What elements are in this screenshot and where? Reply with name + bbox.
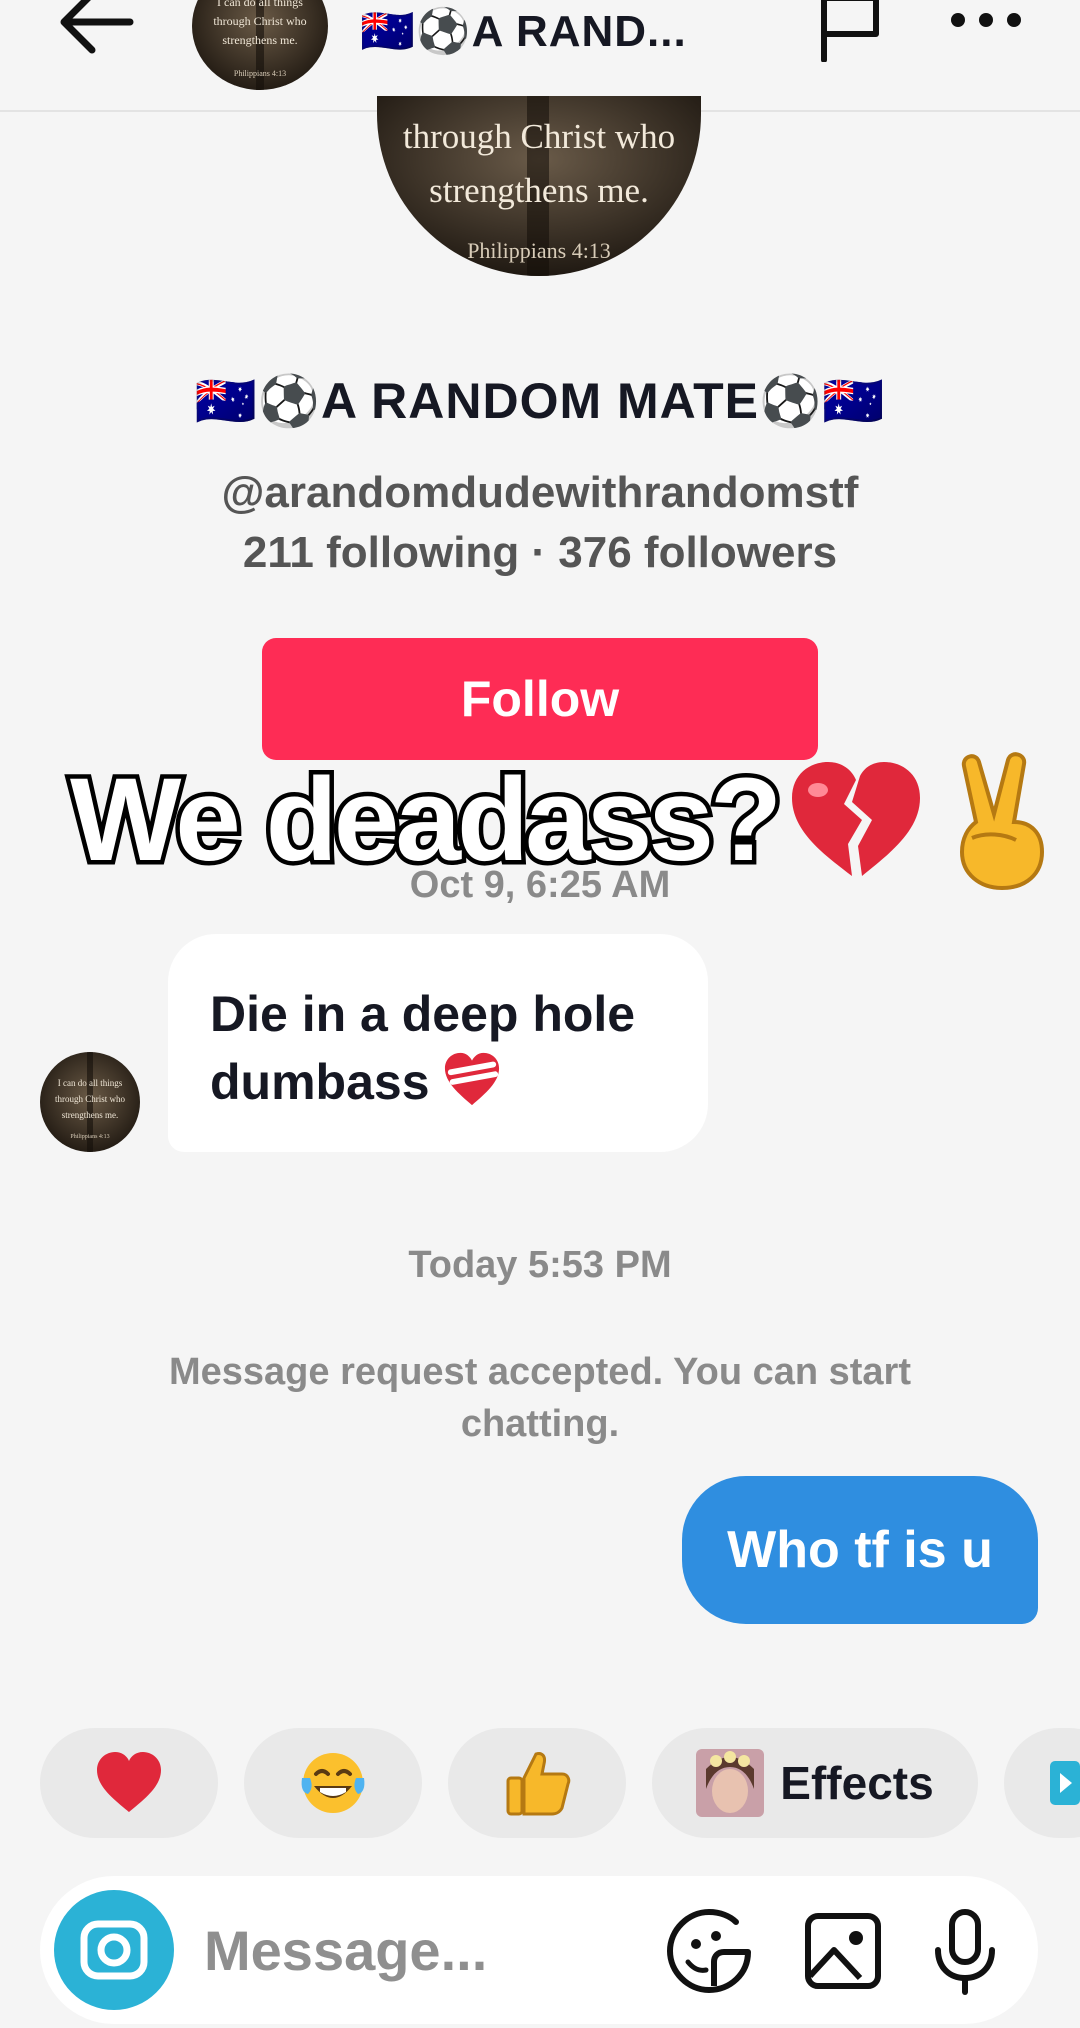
effects-thumbnail bbox=[696, 1749, 765, 1817]
tears-of-joy-icon bbox=[301, 1753, 365, 1813]
effects-button[interactable]: Effects bbox=[652, 1728, 978, 1838]
incoming-message-bubble[interactable]: Die in a deep hole dumbass bbox=[168, 934, 708, 1152]
sender-avatar-line: strengthens me. bbox=[62, 1110, 119, 1120]
incoming-message-line: Die in a deep hole bbox=[210, 986, 636, 1042]
camera-button[interactable] bbox=[54, 1890, 174, 2010]
profile-handle: @arandomdudewithrandomstf bbox=[221, 468, 859, 517]
more-effects-chip[interactable] bbox=[1004, 1728, 1080, 1838]
header-avatar-line: Philippians 4:13 bbox=[234, 69, 286, 78]
profile-stats: 211 following · 376 followers bbox=[242, 528, 838, 577]
header-avatar[interactable]: I can do all things through Christ who s… bbox=[192, 0, 328, 90]
sender-avatar-line: I can do all things bbox=[58, 1078, 123, 1088]
date-separator: Today 5:53 PM bbox=[408, 1244, 672, 1286]
message-input[interactable] bbox=[204, 1910, 664, 1990]
sticker-icon[interactable] bbox=[664, 1906, 754, 1996]
profile-display-name: 🇦🇺⚽A RANDOM MATE⚽🇦🇺 bbox=[194, 373, 886, 429]
broken-heart-icon bbox=[792, 762, 920, 876]
message-composer bbox=[40, 1876, 1038, 2024]
quick-reaction-laugh[interactable] bbox=[244, 1728, 422, 1838]
sender-avatar-line: through Christ who bbox=[55, 1094, 126, 1104]
overlay-caption: We deadass? bbox=[65, 750, 786, 891]
follow-button[interactable]: Follow bbox=[262, 638, 818, 760]
profile-avatar-line: through Christ who bbox=[403, 117, 675, 156]
sender-avatar[interactable]: I can do all things through Christ who s… bbox=[40, 1052, 140, 1152]
header-avatar-line: through Christ who bbox=[213, 14, 306, 28]
mending-heart-icon bbox=[445, 1052, 500, 1106]
back-arrow-icon[interactable] bbox=[56, 0, 136, 60]
red-heart-icon bbox=[97, 1752, 161, 1812]
header-avatar-line: I can do all things bbox=[217, 0, 303, 9]
quick-reaction-thumbs-up[interactable] bbox=[448, 1728, 626, 1838]
effects-label: Effects bbox=[780, 1757, 934, 1809]
victory-hand-icon bbox=[959, 752, 1045, 890]
camera-icon bbox=[80, 1920, 148, 1980]
incoming-message-text: dumbass bbox=[210, 1054, 430, 1110]
thumbs-up-icon bbox=[506, 1752, 571, 1816]
play-icon bbox=[1050, 1761, 1080, 1805]
header-avatar-line: strengthens me. bbox=[222, 33, 297, 47]
flag-icon[interactable] bbox=[812, 0, 884, 62]
quick-reaction-heart[interactable] bbox=[40, 1728, 218, 1838]
profile-avatar[interactable]: through Christ who strengthens me. Phili… bbox=[377, 96, 701, 276]
system-message: Message request accepted. You can start … bbox=[168, 1351, 911, 1445]
outgoing-message-bubble[interactable]: Who tf is u bbox=[682, 1476, 1038, 1624]
header-title[interactable]: 🇦🇺⚽A RAND... bbox=[360, 2, 687, 62]
sender-avatar-line: Philippians 4:13 bbox=[70, 1134, 109, 1140]
incoming-message-line-2: dumbass bbox=[210, 1048, 708, 1116]
microphone-icon[interactable] bbox=[920, 1906, 1010, 1996]
more-options-icon[interactable] bbox=[948, 0, 1024, 44]
profile-avatar-line: Philippians 4:13 bbox=[467, 238, 611, 263]
gallery-icon[interactable] bbox=[798, 1906, 888, 1996]
profile-avatar-line: strengthens me. bbox=[429, 171, 649, 210]
